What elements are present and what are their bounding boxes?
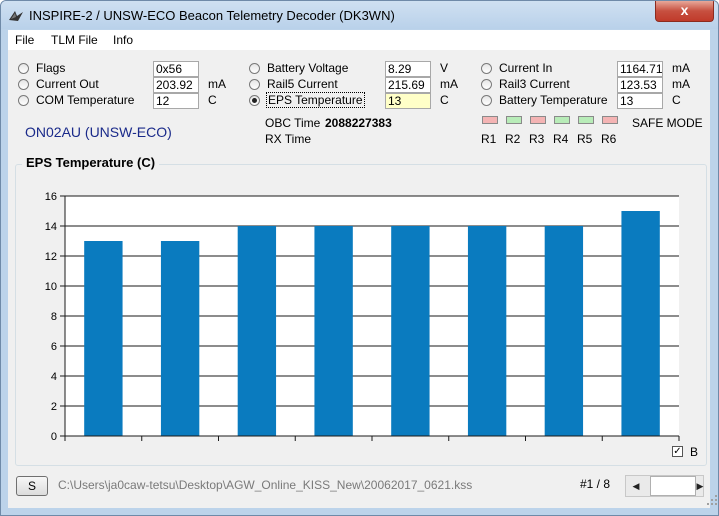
close-button[interactable]: x	[655, 1, 714, 22]
title-bar[interactable]: INSPIRE-2 / UNSW-ECO Beacon Telemetry De…	[1, 1, 718, 29]
rail3-current-value: 123.53	[617, 77, 663, 93]
y-tick-label: 16	[45, 191, 57, 203]
com-temperature-unit: C	[208, 93, 217, 107]
b-checkbox-label: B	[690, 445, 699, 459]
window-title: INSPIRE-2 / UNSW-ECO Beacon Telemetry De…	[29, 8, 395, 23]
radio-label: EPS Temperature	[266, 92, 365, 108]
page-indicator: #1 / 8	[580, 477, 611, 491]
file-path: C:\Users\ja0caw-tetsu\Desktop\AGW_Online…	[58, 478, 473, 492]
radio-button-checked[interactable]	[249, 95, 260, 106]
rx-time-label: RX Time	[265, 132, 312, 146]
relay-led-r4	[554, 116, 570, 124]
relay-led-r1	[482, 116, 498, 124]
radio-button[interactable]	[481, 79, 492, 90]
obc-time-value: 2088227383	[325, 116, 392, 130]
radio-label: Battery Voltage	[267, 61, 349, 75]
s-button[interactable]: S	[16, 476, 48, 496]
menu-bar: File TLM File Info	[8, 30, 710, 50]
obc-time-label: OBC Time	[265, 116, 321, 130]
y-tick-label: 0	[51, 431, 57, 443]
radio-button[interactable]	[481, 95, 492, 106]
relay-label-r1: R1	[481, 132, 497, 146]
y-tick-label: 12	[45, 251, 57, 263]
eps-temperature-unit: C	[440, 93, 449, 107]
relay-label-r2: R2	[505, 132, 521, 146]
size-grip-icon[interactable]	[706, 494, 718, 506]
rail5-current-unit: mA	[440, 77, 458, 91]
flags-value: 0x56	[153, 61, 199, 77]
bar	[314, 226, 353, 436]
bar	[391, 226, 430, 436]
menu-tlm-file[interactable]: TLM File	[51, 33, 98, 47]
radio-button[interactable]	[249, 63, 260, 74]
menu-file[interactable]: File	[15, 33, 34, 47]
relay-label-r3: R3	[529, 132, 545, 146]
current-out-value: 203.92	[153, 77, 199, 93]
relay-label-r6: R6	[601, 132, 617, 146]
radio-button[interactable]	[18, 95, 29, 106]
radio-label: Current In	[499, 61, 553, 75]
rail3-current-unit: mA	[672, 77, 690, 91]
page-scrollbar[interactable]: ◀ ▶	[625, 475, 704, 497]
com-temperature-value: 12	[153, 93, 199, 109]
relay-led-r2	[506, 116, 522, 124]
y-tick-label: 10	[45, 281, 57, 293]
radio-label: Battery Temperature	[499, 93, 608, 107]
current-in-value: 1164.71	[617, 61, 663, 77]
relay-label-r4: R4	[553, 132, 569, 146]
y-tick-label: 14	[45, 221, 57, 233]
bar	[467, 226, 507, 436]
relay-led-r5	[578, 116, 594, 124]
scroll-thumb[interactable]	[650, 476, 696, 496]
rail5-current-value: 215.69	[385, 77, 431, 93]
relay-led-r3	[530, 116, 546, 124]
radio-label: Current Out	[36, 77, 99, 91]
bar	[237, 226, 277, 436]
relay-led-r6	[602, 116, 618, 124]
battery-voltage-value: 8.29	[385, 61, 431, 77]
bar	[621, 211, 660, 436]
current-out-unit: mA	[208, 77, 226, 91]
safe-mode-label: SAFE MODE	[632, 116, 703, 130]
y-tick-label: 2	[51, 401, 57, 413]
radio-button[interactable]	[249, 79, 260, 90]
scroll-right-icon[interactable]: ▶	[696, 477, 704, 495]
current-in-unit: mA	[672, 61, 690, 75]
bar	[84, 241, 123, 436]
radio-button[interactable]	[18, 63, 29, 74]
radio-label: Flags	[36, 61, 66, 75]
scroll-left-icon[interactable]: ◀	[628, 477, 644, 495]
battery-voltage-unit: V	[440, 61, 449, 75]
client-area: Flags 0x56 Current Out 203.92 mA COM Tem…	[8, 50, 717, 508]
radio-button[interactable]	[18, 79, 29, 90]
menu-info[interactable]: Info	[113, 33, 133, 47]
chart-title: EPS Temperature (C)	[22, 155, 160, 170]
b-checkbox[interactable]: ✓	[672, 446, 683, 457]
radio-label: Rail3 Current	[499, 77, 570, 91]
relay-label-r5: R5	[577, 132, 593, 146]
satellite-icon	[9, 11, 23, 21]
y-tick-label: 8	[51, 311, 57, 323]
bar-chart: 0 2 4 6 8 10 12 14 16	[45, 191, 680, 443]
y-tick-label: 6	[51, 341, 57, 353]
battery-temperature-unit: C	[672, 93, 681, 107]
y-tick-label: 4	[51, 371, 57, 383]
radio-button[interactable]	[481, 63, 492, 74]
radio-label: Rail5 Current	[267, 77, 338, 91]
bar	[544, 226, 584, 436]
station-callsign: ON02AU (UNSW-ECO)	[25, 124, 172, 140]
eps-temperature-value: 13	[385, 93, 431, 109]
app-window: INSPIRE-2 / UNSW-ECO Beacon Telemetry De…	[0, 0, 719, 516]
radio-label: COM Temperature	[36, 93, 135, 107]
battery-temperature-value: 13	[617, 93, 663, 109]
bar	[160, 241, 200, 436]
